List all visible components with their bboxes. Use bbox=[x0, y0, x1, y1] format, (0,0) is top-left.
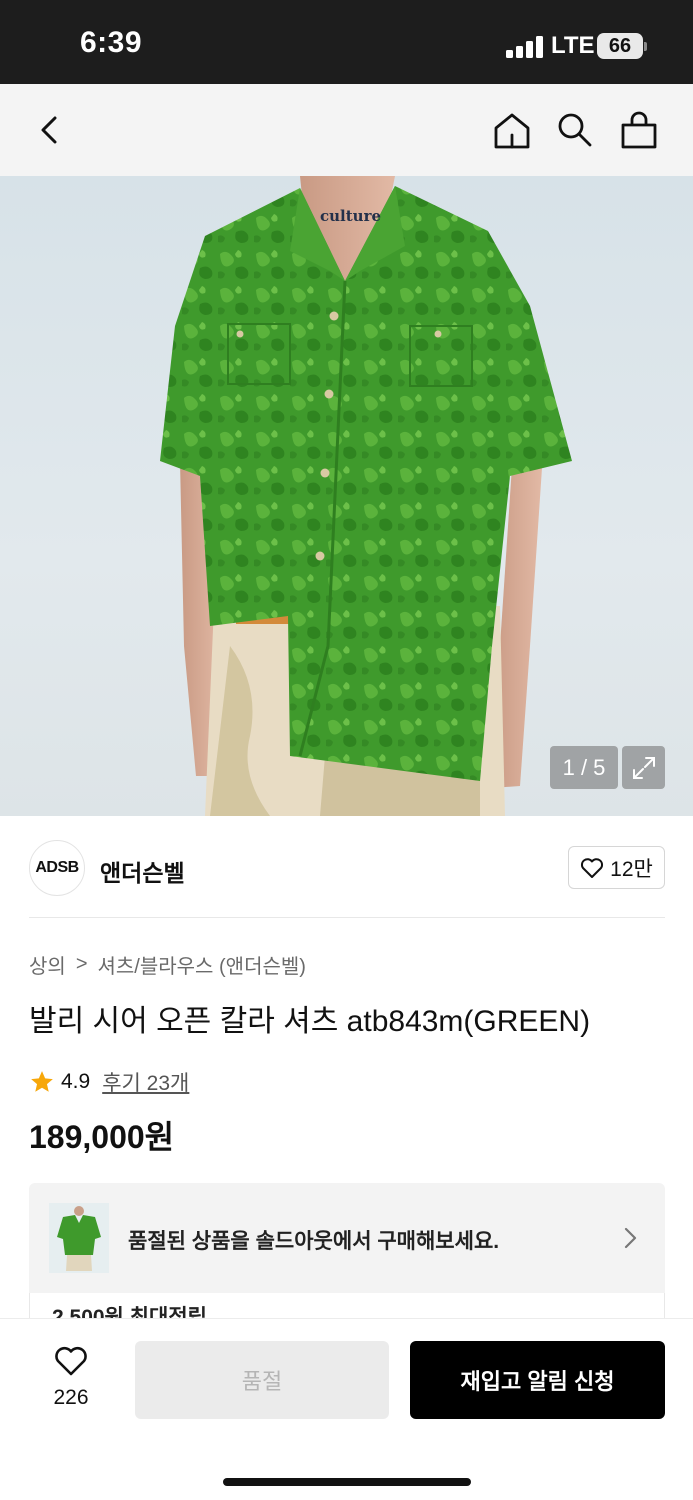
rating-row: 4.9 후기 23개 bbox=[29, 1067, 189, 1097]
reviews-link[interactable]: 후기 23개 bbox=[102, 1067, 189, 1097]
product-image[interactable]: culture 1 / 5 bbox=[0, 176, 693, 816]
tattoo-text: culture bbox=[320, 207, 381, 225]
brand-like-count: 12만 bbox=[610, 857, 653, 881]
status-bar: 6:39 LTE 66 bbox=[0, 0, 693, 84]
divider bbox=[29, 917, 665, 918]
breadcrumb-subcategory[interactable]: 셔츠/블라우스 (앤더슨벨) bbox=[98, 950, 306, 979]
product-photo: culture bbox=[160, 176, 572, 816]
battery-icon: 66 bbox=[597, 33, 643, 59]
banner-thumbnail bbox=[49, 1203, 109, 1273]
breadcrumb: 상의 > 셔츠/블라우스 (앤더슨벨) bbox=[29, 950, 306, 979]
restock-alert-button[interactable]: 재입고 알림 신청 bbox=[410, 1341, 665, 1419]
back-icon[interactable] bbox=[24, 104, 76, 156]
brand-logo: ADSB bbox=[29, 840, 85, 896]
chevron-right-icon bbox=[624, 1227, 637, 1249]
image-counter: 1 / 5 bbox=[550, 746, 618, 789]
bottom-bar: 226 품절 재입고 알림 신청 bbox=[0, 1318, 693, 1500]
home-icon[interactable] bbox=[486, 104, 538, 156]
product-title: 발리 시어 오픈 칼라 셔츠 atb843m(GREEN) bbox=[29, 1005, 591, 1038]
heart-icon bbox=[581, 857, 604, 878]
soldout-banner[interactable]: 품절된 상품을 솔드아웃에서 구매해보세요. bbox=[29, 1183, 665, 1293]
shopping-bag-icon[interactable] bbox=[613, 104, 665, 156]
brand-like-button[interactable]: 12만 bbox=[568, 846, 665, 889]
rating-value: 4.9 bbox=[61, 1070, 91, 1093]
wish-count: 226 bbox=[53, 1386, 89, 1409]
wish-button[interactable]: 226 bbox=[40, 1345, 102, 1410]
price: 189,000원 bbox=[29, 1119, 175, 1155]
heart-icon bbox=[55, 1346, 87, 1376]
battery-tip bbox=[644, 42, 647, 51]
network-type: LTE bbox=[551, 32, 595, 59]
expand-icon[interactable] bbox=[622, 746, 665, 789]
nav-bar bbox=[0, 84, 693, 176]
signal-icon bbox=[506, 36, 546, 58]
search-icon[interactable] bbox=[549, 104, 601, 156]
banner-text: 품절된 상품을 솔드아웃에서 구매해보세요. bbox=[128, 1230, 500, 1253]
home-indicator[interactable] bbox=[223, 1478, 471, 1486]
breadcrumb-separator: > bbox=[75, 953, 88, 975]
status-time: 6:39 bbox=[80, 26, 143, 59]
brand-name[interactable]: 앤더슨벨 bbox=[100, 854, 185, 888]
brand-row[interactable]: ADSB 앤더슨벨 12만 bbox=[29, 840, 665, 896]
breadcrumb-category[interactable]: 상의 bbox=[29, 950, 66, 979]
soldout-button: 품절 bbox=[135, 1341, 389, 1419]
star-icon bbox=[31, 1071, 53, 1092]
